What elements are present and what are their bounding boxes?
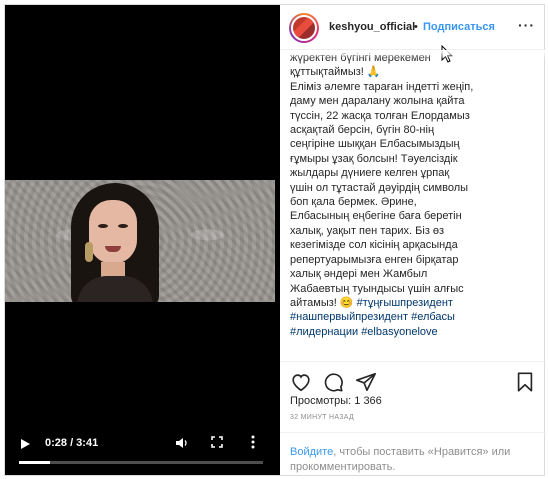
hashtag-link[interactable]: #лидернации [290,326,358,338]
avatar[interactable] [289,13,319,43]
caption-line: асқақтай берсін, бүгін 80-нің [290,124,435,137]
username-link[interactable]: keshyou_official [329,21,415,33]
caption-line: халық, уақыт пен тарих. Біз өз [290,224,445,237]
video-progress-fill [19,461,50,464]
caption-last-line: айтамыз! 😊 #тұңғышпрезидент [290,296,538,310]
video-person-earring [85,242,93,262]
more-vertical-icon[interactable] [251,434,255,450]
video-frame[interactable] [5,180,275,302]
video-controls: 0:28 / 3:41 [5,430,280,475]
hashtag-link[interactable]: #нашпервыйпрезидент [290,311,408,323]
bookmark-icon[interactable] [514,371,536,393]
caption-line: репертуарымызға енген бірқатар [290,253,459,266]
caption-line: сеңгіріне шыққан Елбасымыздың [290,138,460,151]
caption-line: боп қала бермек. Әрине, [290,196,417,209]
views-number: 1 366 [354,395,382,407]
caption-last-text: айтамыз! 😊 [290,296,357,309]
views-count[interactable]: Просмотры: 1 366 [290,395,382,407]
views-label: Просмотры: [290,395,352,407]
caption-line: түссін, 22 жасқа толған Елордамыз [290,109,470,122]
post-header: keshyou_official • Подписаться ··· [280,5,546,63]
video-person-face [89,200,137,264]
instagram-post: 0:28 / 3:41 keshyou_official • Подписать… [4,4,546,476]
caption-line: Елбасының еңбегіне баға беретін [290,210,462,223]
caption-line: халық әндері мен Жамбыл [290,268,428,281]
caption-line: ғұмыры ұзақ болсын! Тәуелсіздік [290,152,458,165]
caption-line: кезегімізде сол кісінің арқасында [290,239,458,252]
caption-line: үшін ол тұтастай дәуірдің символы [290,181,469,194]
options-icon[interactable]: ··· [518,17,535,33]
header-separator: • [414,21,418,33]
caption-text: жүректен бүгінгі мерекеменқұттықтаймыз! … [290,51,538,296]
caption-line: Еліміз әлемге тараған індетті жеңіп, [290,80,474,93]
share-icon[interactable] [355,371,377,393]
hashtag-link[interactable]: #тұңғышпрезидент [357,297,453,309]
caption-line: жылдары дүниеге келген ұрпақ [290,167,450,180]
login-prompt: Войдите, чтобы поставить «Нравится» или … [280,432,546,475]
post-caption: жүректен бүгінгі мерекеменқұттықтаймыз! … [290,51,538,361]
caption-scroll-fade [280,50,546,59]
login-link[interactable]: Войдите [290,446,333,458]
volume-icon[interactable] [175,436,189,450]
heart-icon[interactable] [290,371,312,393]
post-side-panel: keshyou_official • Подписаться ··· жүрек… [280,5,546,475]
fullscreen-icon[interactable] [211,436,223,448]
post-timestamp: 32 МИНУТ НАЗАД [290,414,355,421]
avatar-image [291,15,317,41]
caption-hashtag-line: #нашпервыйпрезидент #елбасы [290,310,538,324]
play-icon[interactable] [21,439,30,449]
comment-icon[interactable] [322,371,344,393]
caption-line: даму мен даралану жолына қайта [290,95,465,108]
video-progress-track[interactable] [19,461,263,464]
follow-button[interactable]: Подписаться [423,21,495,33]
hashtag-link[interactable]: #elbasyonelove [361,326,437,338]
hashtag-link[interactable]: #елбасы [411,311,455,323]
caption-hashtag-line: #лидернации #elbasyonelove [290,325,538,339]
video-player[interactable]: 0:28 / 3:41 [5,5,280,475]
video-time: 0:28 / 3:41 [45,437,99,449]
video-person-eye [98,224,108,228]
video-person-eye [118,224,128,228]
caption-line: Жабаевтың туындысы үшін алғыс [290,282,464,295]
caption-line: құттықтаймыз! 🙏 [290,66,381,79]
